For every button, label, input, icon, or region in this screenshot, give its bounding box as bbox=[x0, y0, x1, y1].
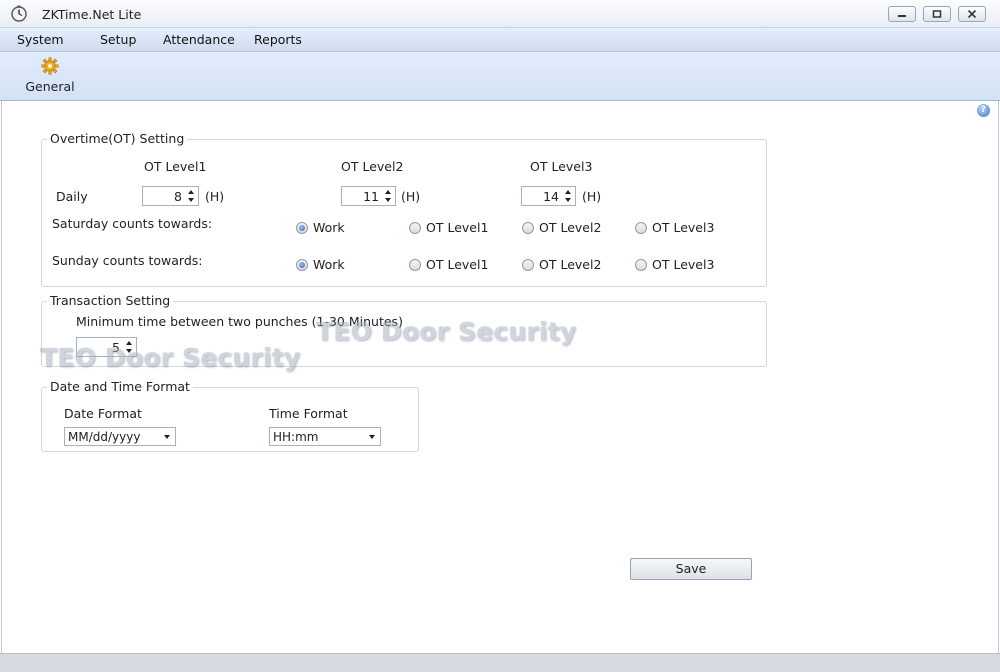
ot-level3-stepper[interactable]: 14 bbox=[521, 186, 576, 206]
saturday-work-radio[interactable]: Work bbox=[296, 220, 345, 235]
menu-reports[interactable]: Reports bbox=[254, 32, 302, 47]
title-bar bbox=[0, 0, 1000, 28]
spin-arrows-icon[interactable] bbox=[124, 340, 134, 354]
menu-system[interactable]: System bbox=[17, 32, 64, 47]
status-bar bbox=[0, 653, 1000, 672]
general-label: General bbox=[25, 79, 75, 94]
ot-level3-header: OT Level3 bbox=[530, 159, 593, 174]
sunday-label: Sunday counts towards: bbox=[52, 253, 203, 268]
chevron-down-icon[interactable] bbox=[369, 435, 375, 439]
ot-level1-stepper[interactable]: 8 bbox=[142, 186, 199, 206]
save-button[interactable]: Save bbox=[630, 558, 752, 580]
saturday-otlevel2-radio[interactable]: OT Level2 bbox=[522, 220, 601, 235]
toolbar: General bbox=[0, 52, 1000, 101]
time-format-value: HH:mm bbox=[273, 430, 319, 444]
min-punch-label: Minimum time between two punches (1-30 M… bbox=[76, 314, 403, 329]
menu-setup[interactable]: Setup bbox=[100, 32, 136, 47]
clock-icon bbox=[11, 5, 27, 22]
radio-icon[interactable] bbox=[409, 221, 421, 234]
ot-level2-header: OT Level2 bbox=[341, 159, 404, 174]
ot-level2-value: 11 bbox=[363, 189, 379, 204]
saturday-label: Saturday counts towards: bbox=[52, 216, 213, 231]
radio-icon[interactable] bbox=[635, 221, 647, 234]
date-format-select[interactable]: MM/dd/yyyy bbox=[64, 427, 176, 446]
ot-level1-unit: (H) bbox=[205, 189, 225, 204]
radio-checked-icon[interactable] bbox=[296, 221, 308, 234]
gear-icon bbox=[41, 57, 59, 75]
min-punch-stepper[interactable]: 5 bbox=[76, 337, 137, 357]
min-punch-value: 5 bbox=[112, 340, 120, 355]
maximize-icon bbox=[932, 10, 942, 18]
spin-arrows-icon[interactable] bbox=[383, 189, 393, 203]
general-button[interactable]: General bbox=[20, 55, 80, 97]
ot-level3-value: 14 bbox=[543, 189, 559, 204]
transaction-group bbox=[41, 301, 767, 367]
radio-icon[interactable] bbox=[409, 258, 421, 271]
spin-arrows-icon[interactable] bbox=[563, 189, 573, 203]
menu-bar bbox=[0, 28, 1000, 52]
ot-level1-value: 8 bbox=[174, 189, 182, 204]
time-format-select[interactable]: HH:mm bbox=[269, 427, 381, 446]
help-icon[interactable]: ? bbox=[977, 104, 990, 117]
sunday-otlevel1-radio[interactable]: OT Level1 bbox=[409, 257, 488, 272]
daily-label: Daily bbox=[56, 189, 88, 204]
minimize-button[interactable] bbox=[888, 6, 916, 22]
sunday-otlevel2-radio[interactable]: OT Level2 bbox=[522, 257, 601, 272]
close-icon bbox=[967, 10, 977, 18]
sunday-otlevel3-radio[interactable]: OT Level3 bbox=[635, 257, 714, 272]
datetime-legend: Date and Time Format bbox=[47, 379, 193, 394]
radio-icon[interactable] bbox=[522, 258, 534, 271]
date-format-label: Date Format bbox=[64, 406, 142, 421]
saturday-otlevel3-radio[interactable]: OT Level3 bbox=[635, 220, 714, 235]
radio-checked-icon[interactable] bbox=[296, 258, 308, 271]
ot-level3-unit: (H) bbox=[582, 189, 602, 204]
ot-level1-header: OT Level1 bbox=[144, 159, 207, 174]
time-format-label: Time Format bbox=[269, 406, 348, 421]
overtime-legend: Overtime(OT) Setting bbox=[47, 131, 188, 146]
ot-level2-stepper[interactable]: 11 bbox=[341, 186, 396, 206]
spin-arrows-icon[interactable] bbox=[186, 189, 196, 203]
chevron-down-icon[interactable] bbox=[164, 435, 170, 439]
window-title: ZKTime.Net Lite bbox=[42, 7, 142, 22]
minimize-icon bbox=[898, 15, 906, 17]
sunday-work-radio[interactable]: Work bbox=[296, 257, 345, 272]
transaction-legend: Transaction Setting bbox=[47, 293, 174, 308]
close-button[interactable] bbox=[958, 6, 986, 22]
radio-icon[interactable] bbox=[522, 221, 534, 234]
ot-level2-unit: (H) bbox=[401, 189, 421, 204]
maximize-button[interactable] bbox=[923, 6, 951, 22]
saturday-otlevel1-radio[interactable]: OT Level1 bbox=[409, 220, 488, 235]
menu-attendance[interactable]: Attendance bbox=[163, 32, 235, 47]
date-format-value: MM/dd/yyyy bbox=[68, 430, 141, 444]
radio-icon[interactable] bbox=[635, 258, 647, 271]
